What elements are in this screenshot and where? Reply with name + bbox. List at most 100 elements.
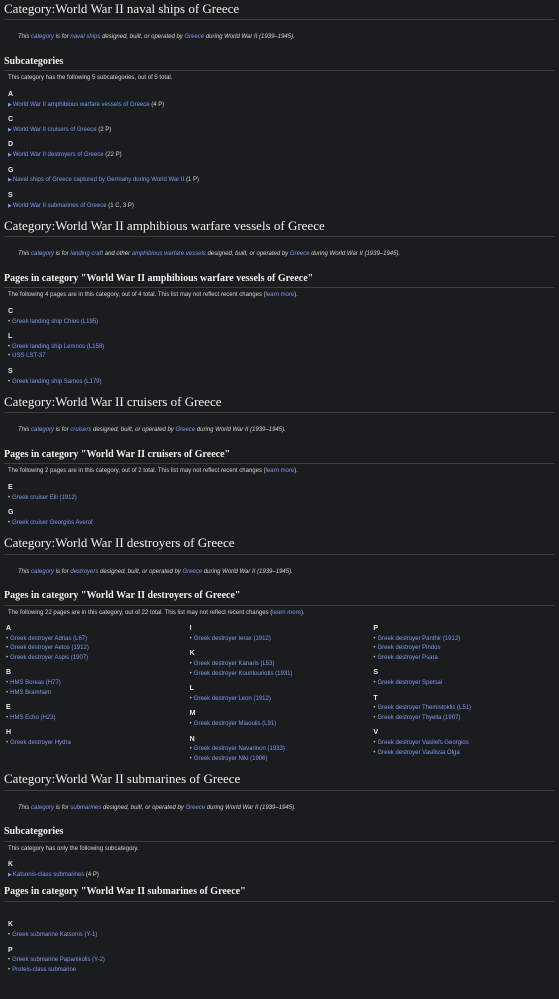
expand-triangle-icon[interactable]: ▶ bbox=[8, 872, 12, 878]
page-item: • Greek submarine Katsonis (Y-1) bbox=[8, 932, 555, 940]
page-link[interactable]: Greek destroyer Spetsai bbox=[377, 680, 442, 686]
bullet-icon: • bbox=[373, 749, 376, 756]
description-link[interactable]: category bbox=[31, 251, 54, 257]
bullet-icon: • bbox=[373, 705, 376, 712]
page-link[interactable]: Greek cruiser Elli (1912) bbox=[12, 495, 77, 501]
group-letter: V bbox=[373, 729, 379, 737]
page-group: M • Greek destroyer Miaoulis (L91) bbox=[188, 710, 372, 728]
category-description: This category is for submarines designed… bbox=[18, 805, 555, 813]
learn-more-link[interactable]: learn more bbox=[266, 292, 295, 298]
page-link[interactable]: HMS Boreas (H77) bbox=[10, 680, 61, 686]
description-link[interactable]: Greece bbox=[185, 805, 205, 811]
group-letter: S bbox=[373, 669, 379, 677]
page-item: • Greek destroyer Spetsai bbox=[373, 680, 555, 688]
page-link[interactable]: Greek destroyer Navarinon (1933) bbox=[194, 746, 285, 752]
page-link[interactable]: Greek submarine Katsonis (Y-1) bbox=[12, 932, 97, 938]
subcategory-group: G ▶Naval ships of Greece captured by Germ… bbox=[4, 167, 555, 185]
description-link[interactable]: Greece bbox=[184, 34, 204, 40]
subcategory-item: ▶World War II submarines of Greece (1 C,… bbox=[8, 203, 555, 211]
page-link[interactable]: Proteis-class submarine bbox=[12, 967, 76, 973]
page-item: • Proteis-class submarine bbox=[8, 967, 555, 975]
description-link[interactable]: Greece bbox=[175, 427, 195, 433]
page-item: • Greek destroyer Hydra bbox=[6, 740, 188, 748]
page-link[interactable]: Greek destroyer Kanaris (L53) bbox=[194, 661, 275, 667]
page-group: P • Greek submarine Papanikolis (Y-2) • Prot… bbox=[4, 947, 555, 975]
page-link[interactable]: Greek cruiser Georgios Averof bbox=[12, 520, 93, 526]
description-link[interactable]: category bbox=[31, 34, 54, 40]
page-link[interactable]: HMS Echo (H23) bbox=[10, 715, 55, 721]
page-link[interactable]: Greek destroyer Themistoklis (L51) bbox=[377, 705, 471, 711]
page-link[interactable]: Greek destroyer Psara bbox=[377, 655, 437, 661]
expand-triangle-icon[interactable]: ▶ bbox=[8, 152, 12, 158]
page-link[interactable]: Greek destroyer Thyella (1907) bbox=[377, 715, 460, 721]
description-text: during World War II (1939–1945). bbox=[309, 251, 401, 258]
page-link[interactable]: Greek destroyer Hydra bbox=[10, 740, 71, 746]
bullet-icon: • bbox=[6, 654, 9, 661]
subcategory-group: A ▶World War II amphibious warfare vessel… bbox=[4, 91, 555, 109]
subcategories-heading: Subcategories bbox=[4, 826, 555, 842]
group-letter: I bbox=[189, 625, 192, 632]
expand-triangle-icon[interactable]: ▶ bbox=[8, 203, 12, 209]
page-link[interactable]: Greek destroyer Leon (1912) bbox=[194, 696, 271, 702]
page-link[interactable]: USS LST-37 bbox=[12, 353, 45, 359]
expand-triangle-icon[interactable]: ▶ bbox=[8, 127, 12, 133]
subcategory-link[interactable]: Katsonis-class submarines bbox=[13, 872, 84, 878]
group-letter: A bbox=[8, 90, 14, 98]
description-text: during World War II (1939–1945). bbox=[204, 34, 295, 41]
page-link[interactable]: Greek destroyer Niki (1906) bbox=[194, 756, 268, 762]
description-link[interactable]: Greece bbox=[182, 569, 202, 575]
page-link[interactable]: Greek destroyer Pindos bbox=[377, 645, 440, 651]
page-item: • Greek destroyer Miaoulis (L91) bbox=[190, 721, 372, 729]
category-section: Category:World War II cruisers of Greece… bbox=[4, 393, 555, 527]
page-link[interactable]: Greek destroyer Adrias (L67) bbox=[10, 636, 87, 642]
subcategory-link[interactable]: World War II submarines of Greece bbox=[13, 203, 107, 209]
description-link[interactable]: naval ships bbox=[70, 34, 100, 40]
page-item: • Greek destroyer Vasilissa Olga bbox=[373, 750, 555, 758]
description-link[interactable]: Greece bbox=[290, 251, 310, 257]
description-link[interactable]: destroyers bbox=[70, 569, 98, 575]
learn-more-link[interactable]: learn more bbox=[272, 610, 301, 616]
page-item: • Greek destroyer Aetos (1912) bbox=[6, 645, 188, 653]
page-link[interactable]: Greek submarine Papanikolis (Y-2) bbox=[12, 957, 105, 963]
bullet-icon: • bbox=[6, 740, 9, 746]
bullet-icon: • bbox=[189, 695, 192, 702]
description-link[interactable]: cruisers bbox=[70, 427, 91, 433]
group-letter: S bbox=[8, 367, 13, 375]
page-link[interactable]: Greek landing ship Samos (L179) bbox=[12, 379, 101, 385]
bullet-icon: • bbox=[373, 714, 376, 721]
description-link[interactable]: amphibious warfare vessels bbox=[132, 251, 206, 257]
group-letter: G bbox=[8, 166, 14, 174]
description-link[interactable]: category bbox=[31, 427, 54, 433]
learn-more-link[interactable]: learn more bbox=[266, 468, 295, 474]
description-link[interactable]: category bbox=[31, 569, 54, 575]
page-link[interactable]: Greek landing ship Lemnos (L158) bbox=[12, 344, 104, 350]
description-text: designed, built, or operated by bbox=[101, 804, 186, 811]
page-link[interactable]: Greek destroyer Aspis (1907) bbox=[10, 655, 88, 661]
pages-column: A • Greek destroyer Adrias (L67) • Greek des… bbox=[4, 625, 188, 770]
page-link[interactable]: Greek destroyer Miaoulis (L91) bbox=[194, 721, 276, 727]
description-link[interactable]: submarines bbox=[70, 805, 101, 811]
page-link[interactable]: HMS Bramham bbox=[10, 690, 51, 696]
page-link[interactable]: Greek destroyer Kountouriotis (1931) bbox=[194, 671, 293, 677]
subcategory-link[interactable]: World War II amphibious warfare vessels … bbox=[13, 102, 150, 108]
category-section: Category:World War II naval ships of Gre… bbox=[4, 0, 555, 210]
page-link[interactable]: Greek destroyer Ierax (1912) bbox=[194, 636, 271, 642]
page-link[interactable]: Greek destroyer Aetos (1912) bbox=[10, 645, 89, 651]
page-item: • Greek landing ship Chios (L195) bbox=[8, 319, 555, 327]
summary-text-end: ). bbox=[294, 468, 298, 475]
page-link[interactable]: Greek destroyer Vasilefs Georgios bbox=[377, 740, 468, 746]
category-pages: Category:World War II naval ships of Gre… bbox=[0, 0, 559, 974]
subcategory-link[interactable]: World War II cruisers of Greece bbox=[13, 127, 97, 133]
subcategory-item: ▶Katsonis-class submarines (4 P) bbox=[8, 872, 555, 880]
description-link[interactable]: landing craft bbox=[70, 251, 103, 257]
expand-triangle-icon[interactable]: ▶ bbox=[8, 177, 12, 183]
description-link[interactable]: category bbox=[31, 805, 54, 811]
category-title: Category:World War II submarines of Gree… bbox=[4, 770, 555, 791]
category-title: Category:World War II cruisers of Greece bbox=[4, 393, 555, 414]
expand-triangle-icon[interactable]: ▶ bbox=[8, 102, 12, 108]
page-link[interactable]: Greek landing ship Chios (L195) bbox=[12, 319, 98, 325]
page-link[interactable]: Greek destroyer Panthir (1912) bbox=[377, 636, 460, 642]
subcategory-link[interactable]: Naval ships of Greece captured by German… bbox=[13, 177, 184, 183]
page-link[interactable]: Greek destroyer Vasilissa Olga bbox=[377, 750, 459, 756]
subcategory-link[interactable]: World War II destroyers of Greece bbox=[13, 152, 104, 158]
